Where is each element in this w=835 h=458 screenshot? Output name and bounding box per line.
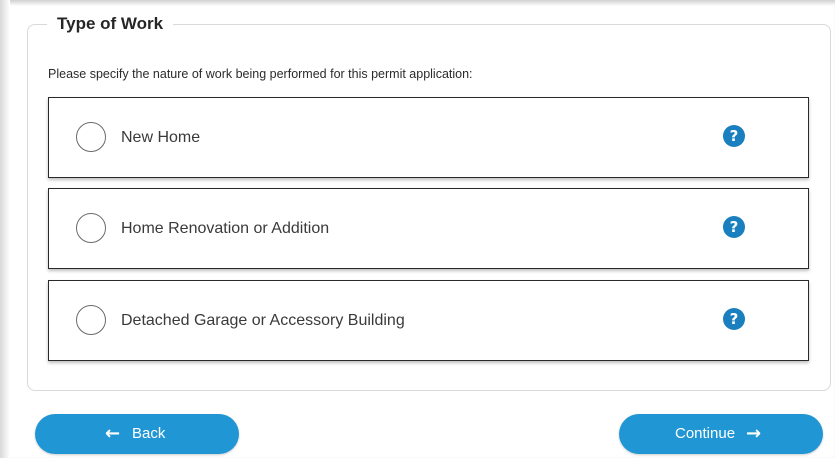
option-label: Detached Garage or Accessory Building xyxy=(121,312,405,329)
radio-button[interactable] xyxy=(76,213,106,243)
help-icon[interactable]: ? xyxy=(723,308,745,330)
permit-application-page: Type of Work Please specify the nature o… xyxy=(0,0,835,458)
option-label: New Home xyxy=(121,129,201,146)
option-home-renovation[interactable]: Home Renovation or Addition ? xyxy=(48,188,809,269)
back-button[interactable]: ← Back xyxy=(35,414,239,454)
option-label: Home Renovation or Addition xyxy=(121,220,330,237)
left-shadow xyxy=(0,0,10,458)
continue-button[interactable]: Continue → xyxy=(619,414,823,454)
option-detached-garage[interactable]: Detached Garage or Accessory Building ? xyxy=(48,280,809,361)
section-legend: Type of Work xyxy=(47,12,174,36)
option-new-home[interactable]: New Home ? xyxy=(48,97,809,178)
instructions-text: Please specify the nature of work being … xyxy=(48,67,473,81)
arrow-left-icon: ← xyxy=(105,423,121,444)
top-shadow xyxy=(0,0,835,6)
radio-button[interactable] xyxy=(76,305,106,335)
help-icon[interactable]: ? xyxy=(723,125,745,147)
radio-button[interactable] xyxy=(76,122,106,152)
back-button-label: Back xyxy=(132,425,166,442)
help-icon[interactable]: ? xyxy=(723,216,745,238)
arrow-right-icon: → xyxy=(746,423,762,444)
continue-button-label: Continue xyxy=(675,425,736,442)
